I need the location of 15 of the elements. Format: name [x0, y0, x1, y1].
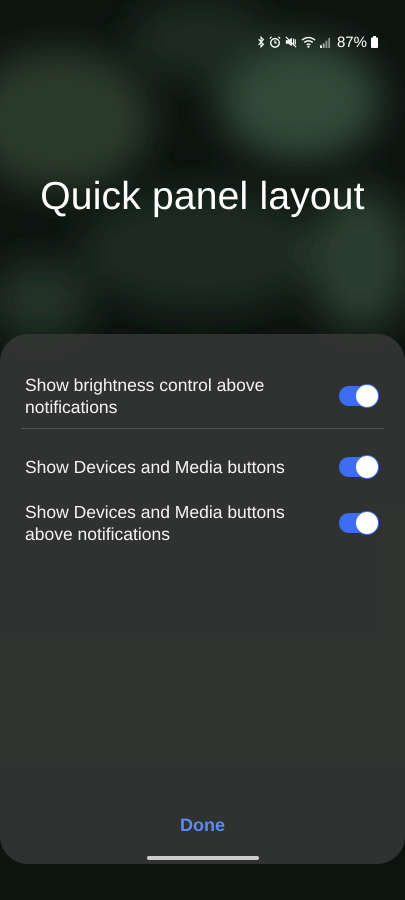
option-label: Show brightness control above notifications	[25, 374, 266, 418]
page-title: Quick panel layout	[39, 174, 366, 220]
toggle-switch[interactable]	[339, 386, 377, 406]
option-label: Show Devices and Media buttons	[25, 456, 285, 478]
mute-icon	[284, 36, 297, 48]
bluetooth-icon	[256, 36, 265, 48]
done-button[interactable]: Done	[170, 811, 235, 840]
toggle-switch[interactable]	[339, 513, 377, 533]
toggle-switch[interactable]	[339, 457, 377, 477]
alarm-icon	[268, 36, 281, 48]
option-label: Show Devices and Media buttons above notifications	[25, 501, 286, 545]
battery-percentage: 87%	[336, 34, 367, 50]
signal-icon	[320, 36, 331, 48]
battery-icon	[371, 36, 378, 48]
wifi-icon	[300, 36, 316, 48]
